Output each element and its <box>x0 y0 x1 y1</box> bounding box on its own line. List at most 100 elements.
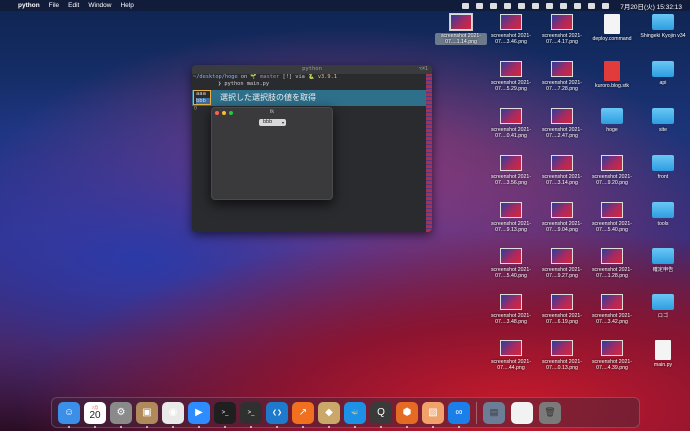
dock-separator <box>476 401 477 424</box>
desktop-item[interactable]: screenshot 2021-07....4.39.png <box>586 340 638 371</box>
desktop-item[interactable]: screenshot 2021-07....3.46.png <box>485 14 537 45</box>
desktop-item[interactable]: api <box>637 61 689 86</box>
contacts-glyph: ▣ <box>142 407 152 418</box>
desktop-item[interactable]: screenshot 2021-07....9.27.png <box>536 248 588 279</box>
desktop-item[interactable]: 確定申告 <box>637 248 689 273</box>
contacts-icon[interactable]: ▣ <box>136 401 158 428</box>
listbox[interactable]: aaa bbb <box>193 90 211 105</box>
listbox-option-bbb[interactable]: bbb <box>196 97 210 104</box>
document-icon[interactable] <box>511 401 533 424</box>
menu-edit[interactable]: Edit <box>68 2 79 9</box>
desktop-item[interactable]: screenshot 2021-07....0.13.png <box>536 340 588 371</box>
control-center-icon[interactable] <box>588 2 596 9</box>
terminal-icon[interactable]: >_ <box>214 401 236 428</box>
terminal-titlebar[interactable]: python ⌥⌘1 <box>192 65 432 74</box>
finder-icon[interactable]: ☺ <box>58 401 80 428</box>
sourcetree-icon[interactable]: ⬢ <box>396 401 418 428</box>
desktop-item-label: screenshot 2021-07....7.28.png <box>541 80 583 92</box>
desktop-item[interactable]: screenshot 2021-07....2.47.png <box>536 108 588 139</box>
chrome-icon[interactable]: ◉ <box>162 401 184 428</box>
desktop-item[interactable]: screenshot 2021-07....3.42.png <box>586 294 638 325</box>
preview-icon[interactable]: ▤ <box>483 401 505 424</box>
desktop-item[interactable]: screenshot 2021-07....3.48.png <box>485 294 537 325</box>
desktop-item[interactable]: screenshot 2021-07....0.41.png <box>485 108 537 139</box>
desktop-item[interactable]: site <box>637 108 689 133</box>
sketch-icon[interactable]: ▧ <box>422 401 444 428</box>
system-preferences-icon[interactable]: ⚙ <box>110 401 132 428</box>
running-indicator <box>302 425 304 428</box>
quicktime-icon[interactable]: Q <box>370 401 392 428</box>
infinity-icon[interactable]: ∞ <box>448 401 470 428</box>
battery-icon[interactable] <box>546 2 554 9</box>
option-menu[interactable]: bbb ▾ <box>259 119 286 126</box>
desktop-item-label: screenshot 2021-07....0.41.png <box>490 127 532 139</box>
tk-window[interactable]: tk bbb ▾ <box>211 107 333 200</box>
menu-file[interactable]: File <box>49 2 59 9</box>
siri-icon[interactable] <box>602 2 610 9</box>
desktop-item[interactable]: screenshot 2021-07....9.20.png <box>586 155 638 186</box>
dock-apps: ☺ 7月 20 ⚙ ▣ ◉ ▶ >_ >_ ❮❯ ↗ ◆ 🐳 Q ⬢ ▧ ∞ <box>58 401 470 428</box>
document-icon <box>655 340 671 360</box>
desktop-item-label: hoge <box>606 127 618 133</box>
desktop-item[interactable]: screenshot 2021-07....3.14.png <box>536 155 588 186</box>
app-status-icon[interactable] <box>518 2 526 9</box>
desktop-item[interactable]: screenshot 2021-07....7.28.png <box>536 61 588 92</box>
desktop-item[interactable]: screenshot 2021-07....5.29.png <box>485 61 537 92</box>
desktop-item[interactable]: screenshot 2021-07....5.40.png <box>586 202 638 233</box>
screenshot-thumbnail-icon <box>601 202 623 218</box>
desktop-item[interactable]: tools <box>637 202 689 227</box>
desktop-item[interactable]: ロゴ <box>637 294 689 319</box>
text-cursor: ▯ <box>194 105 198 111</box>
desktop-item[interactable]: screenshot 2021-07....1.14.png <box>435 13 487 45</box>
vscode-icon[interactable]: ❮❯ <box>266 401 288 428</box>
desktop-item[interactable]: screenshot 2021-07....3.56.png <box>485 155 537 186</box>
desktop-item-label: screenshot 2021-07....0.13.png <box>541 359 583 371</box>
keyboard-status-icon[interactable] <box>476 2 484 9</box>
desktop-item[interactable]: hoge <box>586 108 638 133</box>
desktop-item[interactable]: screenshot 2021-07....5.40.png <box>485 248 537 279</box>
zoom-button[interactable] <box>229 111 233 115</box>
menu-app-name[interactable]: python <box>18 2 40 9</box>
screenshot-thumbnail-icon <box>500 108 522 124</box>
bluetooth-status-icon[interactable] <box>532 2 540 9</box>
desktop-item[interactable]: kuroro.blog.stk <box>586 61 638 89</box>
package-icon[interactable]: ◆ <box>318 401 340 428</box>
screenshot-thumbnail-icon <box>601 294 623 310</box>
terminal-alt-icon[interactable]: >_ <box>240 401 262 428</box>
tk-titlebar[interactable]: tk <box>212 108 332 117</box>
prompt-branch: 🌱 master <box>250 74 280 80</box>
menu-window[interactable]: Window <box>88 2 111 9</box>
wifi-icon[interactable] <box>560 2 568 9</box>
desktop-item[interactable]: deploy.command <box>586 14 638 42</box>
activity-chart-icon[interactable]: ↗ <box>292 401 314 428</box>
menu-help[interactable]: Help <box>120 2 133 9</box>
preview-glyph: ▤ <box>489 407 499 417</box>
docker-icon[interactable]: 🐳 <box>344 401 366 428</box>
desktop-item[interactable]: screenshot 2021-07....6.19.png <box>536 294 588 325</box>
desktop-item[interactable]: main.py <box>637 340 689 368</box>
desktop-item[interactable]: screenshot 2021-07....1.28.png <box>586 248 638 279</box>
trash-icon[interactable]: 🗑 <box>539 401 561 424</box>
desktop-item-label: screenshot 2021-07....1.14.png <box>435 33 487 45</box>
zoom-icon[interactable]: ▶ <box>188 401 210 428</box>
minimize-button[interactable] <box>222 111 226 115</box>
desktop-item[interactable]: Shingeki Kyojin v34 <box>637 14 689 39</box>
desktop-item[interactable]: screenshot 2021-07....4.17.png <box>536 14 588 45</box>
option-menu-value: bbb <box>263 119 273 125</box>
desktop-item[interactable]: screenshot 2021-07....44.png <box>485 340 537 371</box>
desktop-item-label: screenshot 2021-07....2.47.png <box>541 127 583 139</box>
p-status-icon[interactable] <box>490 2 498 9</box>
desktop-item[interactable]: front <box>637 155 689 180</box>
terminal-scrollbar[interactable] <box>426 74 432 232</box>
prompt-path: ~/desktop/hoge <box>193 74 238 80</box>
close-button[interactable] <box>215 111 219 115</box>
camera-status-icon[interactable] <box>462 2 470 9</box>
cloud-status-icon[interactable] <box>504 2 512 9</box>
menu-clock[interactable]: 7月20日(火) 15:32:13 <box>620 1 682 11</box>
desktop-item[interactable]: screenshot 2021-07....9.04.png <box>536 202 588 233</box>
search-icon[interactable] <box>574 2 582 9</box>
desktop-item[interactable]: screenshot 2021-07....9.13.png <box>485 202 537 233</box>
tk-title: tk <box>269 109 275 115</box>
running-indicator <box>250 425 252 428</box>
calendar-icon[interactable]: 7月 20 <box>84 401 106 428</box>
